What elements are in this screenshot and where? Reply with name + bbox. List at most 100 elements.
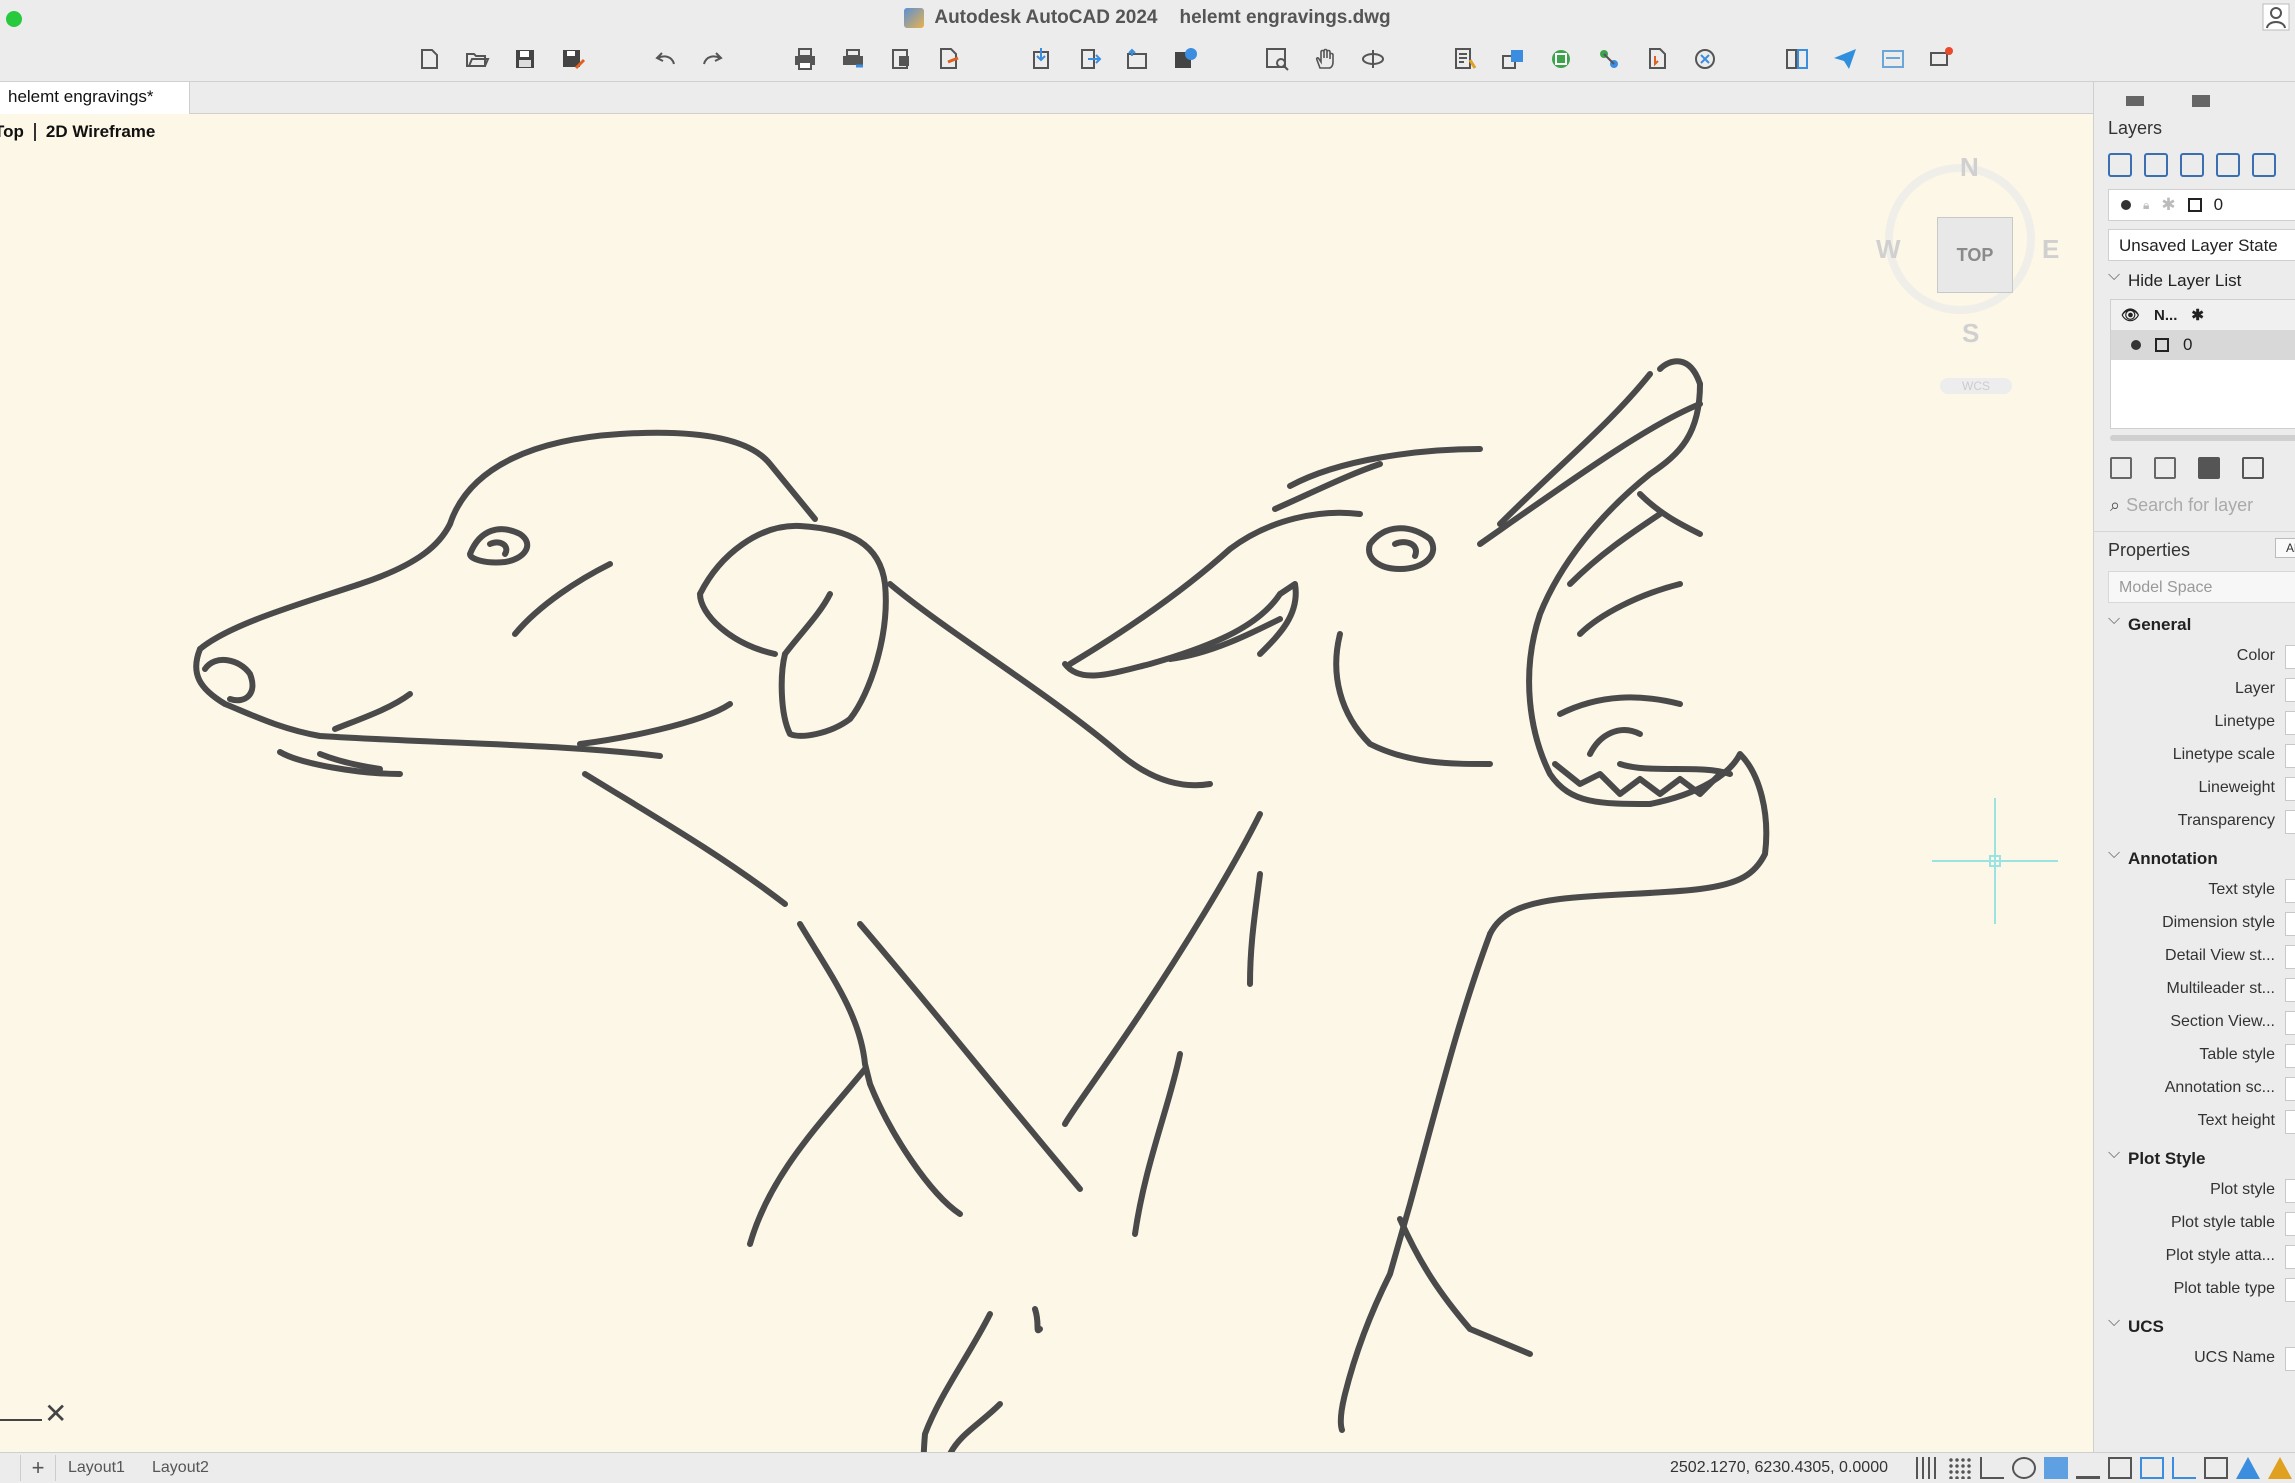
snap-icon[interactable] (1948, 1457, 1972, 1479)
page-setup-icon[interactable] (886, 44, 916, 74)
dog-engraving-drawing[interactable] (0, 114, 2093, 1452)
orbit-icon[interactable] (1358, 44, 1388, 74)
prop-plot-style-table[interactable]: Plot style table (2094, 1206, 2295, 1239)
layer-row[interactable]: 0 (2111, 330, 2295, 360)
compass-south[interactable]: S (1962, 318, 1979, 349)
ortho-icon[interactable] (2044, 1457, 2068, 1479)
annotation-section-header[interactable]: Annotation (2094, 837, 2295, 873)
isolate-layer-icon[interactable] (2110, 457, 2132, 479)
lineweight-icon[interactable] (2204, 1457, 2228, 1479)
save-icon[interactable] (510, 44, 540, 74)
layers-tab-icon[interactable] (2122, 90, 2148, 112)
export-icon[interactable] (1074, 44, 1104, 74)
undo-icon[interactable] (650, 44, 680, 74)
prop-linetype-scale[interactable]: Linetype scale (2094, 738, 2295, 771)
prop-multileader-style[interactable]: Multileader st... (2094, 972, 2295, 1005)
pan-icon[interactable] (1310, 44, 1340, 74)
snap-tracking-icon[interactable] (2172, 1457, 2196, 1479)
group-icon[interactable] (1594, 44, 1624, 74)
prop-text-height[interactable]: Text height (2094, 1104, 2295, 1137)
prop-dimension-style[interactable]: Dimension style (2094, 906, 2295, 939)
prop-table-style[interactable]: Table style (2094, 1038, 2295, 1071)
open-folder-icon[interactable] (2198, 457, 2220, 479)
prop-text-style[interactable]: Text style (2094, 873, 2295, 906)
insert-icon[interactable] (1546, 44, 1576, 74)
layer-walk-icon[interactable] (2154, 457, 2176, 479)
document-tab[interactable]: helemt engravings* (0, 82, 190, 114)
grid-icon[interactable] (1916, 1457, 1940, 1479)
window-zoom-button[interactable] (6, 11, 22, 27)
layer-search[interactable]: ⌕ Search for layer (2110, 489, 2295, 521)
delete-layer-icon[interactable] (2144, 153, 2168, 177)
plot-icon[interactable] (790, 44, 820, 74)
coordinate-readout[interactable]: 2502.1270, 6230.4305, 0.0000 (1670, 1459, 1888, 1477)
prop-linetype[interactable]: Linetype (2094, 705, 2295, 738)
compass-north[interactable]: N (1960, 152, 1979, 183)
notify-icon[interactable] (1926, 44, 1956, 74)
hide-layer-list-toggle[interactable]: Hide Layer List (2094, 261, 2295, 297)
isodraft-icon[interactable] (2108, 1457, 2132, 1479)
freeze-column-icon[interactable]: ✱ (2191, 306, 2204, 324)
infer-constraints-icon[interactable] (1980, 1457, 2004, 1479)
publish-icon[interactable] (934, 44, 964, 74)
compass-west[interactable]: W (1876, 234, 1901, 265)
attach-icon[interactable] (1642, 44, 1672, 74)
wcs-menu[interactable]: WCS (1940, 378, 2012, 394)
dynamic-input-icon[interactable] (2012, 1457, 2036, 1479)
set-current-icon[interactable] (2180, 153, 2204, 177)
zoom-icon[interactable] (1262, 44, 1292, 74)
current-layer-dropdown[interactable]: 🔒︎ ✱ 0 (2108, 189, 2295, 221)
filter-folder-icon[interactable] (2242, 457, 2264, 479)
prop-section-view[interactable]: Section View... (2094, 1005, 2295, 1038)
properties-icon[interactable] (1450, 44, 1480, 74)
add-layout-button[interactable]: + (20, 1455, 56, 1481)
layer-settings-icon[interactable] (2252, 153, 2276, 177)
prop-detail-view-style[interactable]: Detail View st... (2094, 939, 2295, 972)
prop-plot-style-attached[interactable]: Plot style atta... (2094, 1239, 2295, 1272)
layout1-tab[interactable]: Layout1 (68, 1459, 125, 1477)
general-section-header[interactable]: General (2094, 603, 2295, 639)
ucs-section-header[interactable]: UCS (2094, 1305, 2295, 1341)
blocks-tab-icon[interactable] (2188, 90, 2214, 112)
sheetset-icon[interactable] (1782, 44, 1812, 74)
open-icon[interactable] (462, 44, 492, 74)
new-icon[interactable] (414, 44, 444, 74)
properties-filter-dropdown[interactable]: All (2275, 538, 2295, 558)
user-account-icon[interactable] (2261, 2, 2291, 32)
prop-color[interactable]: Color (2094, 639, 2295, 672)
prop-transparency[interactable]: Transparency (2094, 804, 2295, 837)
redo-icon[interactable] (698, 44, 728, 74)
markup-icon[interactable] (1878, 44, 1908, 74)
model-space-field[interactable]: Model Space (2108, 571, 2295, 603)
polar-icon[interactable] (2076, 1457, 2100, 1479)
visibility-column-icon[interactable]: 👁︎ (2121, 306, 2140, 324)
save-as-icon[interactable] (558, 44, 588, 74)
layer-states-icon[interactable] (2216, 153, 2240, 177)
layout2-tab[interactable]: Layout2 (152, 1459, 209, 1477)
prop-plot-style[interactable]: Plot style (2094, 1173, 2295, 1206)
name-column-header[interactable]: N... (2154, 307, 2177, 324)
viewcube[interactable]: TOP N S E W WCS (1870, 134, 2070, 394)
prop-plot-table-type[interactable]: Plot table type (2094, 1272, 2295, 1305)
match-icon[interactable] (1498, 44, 1528, 74)
send-icon[interactable] (1830, 44, 1860, 74)
prop-annotation-scale[interactable]: Annotation sc... (2094, 1071, 2295, 1104)
layer-row-on-icon[interactable] (2131, 340, 2141, 350)
drawing-canvas[interactable]: Top 2D Wireframe (0, 114, 2093, 1452)
import-icon[interactable] (1026, 44, 1056, 74)
prop-layer[interactable]: Layer (2094, 672, 2295, 705)
new-layer-icon[interactable] (2108, 153, 2132, 177)
annotation-visibility-icon[interactable] (2268, 1457, 2292, 1479)
share-icon[interactable] (1122, 44, 1152, 74)
layer-state-dropdown[interactable]: Unsaved Layer State (2108, 229, 2295, 261)
object-snap-icon[interactable] (2140, 1457, 2164, 1479)
xref-icon[interactable] (1690, 44, 1720, 74)
compass-east[interactable]: E (2042, 234, 2059, 265)
annotation-scale-icon[interactable] (2236, 1457, 2260, 1479)
batch-plot-icon[interactable] (838, 44, 868, 74)
layer-row-color-icon[interactable] (2155, 338, 2169, 352)
prop-ucs-name[interactable]: UCS Name (2094, 1341, 2295, 1374)
save-to-web-icon[interactable] (1170, 44, 1200, 74)
viewcube-top-face[interactable]: TOP (1937, 217, 2013, 293)
prop-lineweight[interactable]: Lineweight (2094, 771, 2295, 804)
